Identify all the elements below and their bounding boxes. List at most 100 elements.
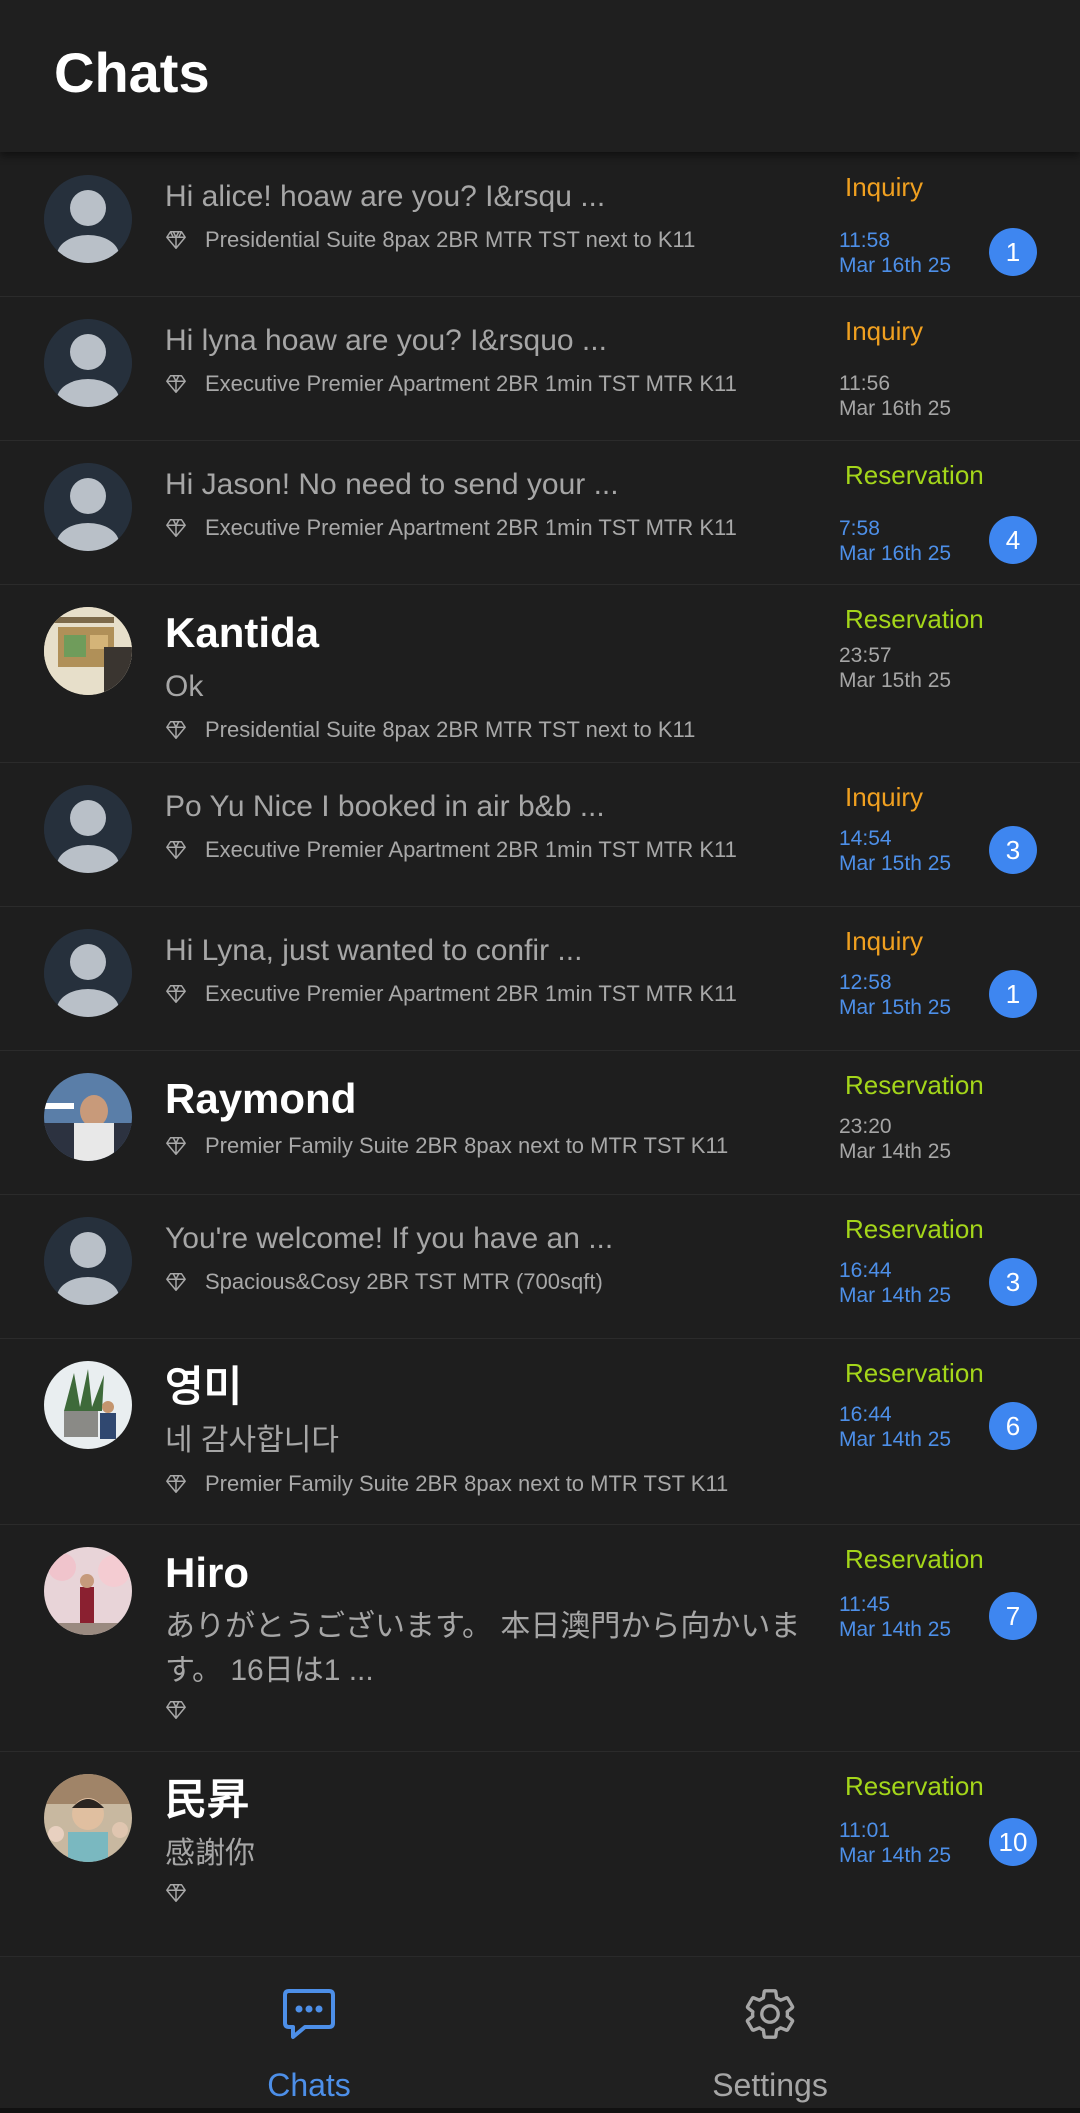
- unread-count-badge: 1: [989, 970, 1037, 1018]
- chat-content: Raymond Premier Family Suite 2BR 8pax ne…: [165, 1073, 815, 1161]
- diamond-icon: [166, 841, 186, 859]
- unread-count-badge: 7: [989, 1592, 1037, 1640]
- time: 7:58: [839, 517, 880, 540]
- date: Mar 14th 25: [839, 1428, 952, 1451]
- status-badge: Reservation: [845, 604, 984, 634]
- date: Mar 14th 25: [839, 1140, 952, 1163]
- tab-chats[interactable]: Chats: [109, 1957, 509, 2113]
- default-avatar-icon: [44, 785, 132, 873]
- chat-content: 民昇 感謝你: [165, 1774, 815, 1904]
- listing-line: Executive Premier Apartment 2BR 1min TST…: [165, 835, 815, 865]
- chat-row[interactable]: 民昇 感謝你 Reservation 11:01 Mar 14th 25 10: [0, 1752, 1080, 1930]
- listing-line: Presidential Suite 8pax 2BR MTR TST next…: [165, 225, 815, 255]
- tab-settings-label: Settings: [712, 2067, 828, 2103]
- timestamp: 11:45 Mar 14th 25: [839, 1592, 951, 1642]
- contact-avatar: [44, 607, 132, 695]
- listing-name: Executive Premier Apartment 2BR 1min TST…: [205, 371, 737, 396]
- default-avatar-icon: [44, 319, 132, 407]
- contact-avatar: [44, 1073, 132, 1161]
- unread-count-badge: 4: [989, 516, 1037, 564]
- contact-name: 民昇: [165, 1776, 250, 1823]
- status-badge: Inquiry: [845, 926, 924, 956]
- diamond-icon: [166, 1475, 186, 1493]
- diamond-icon: [166, 1137, 186, 1155]
- last-message: Ok: [165, 670, 204, 703]
- diamond-icon: [166, 1273, 186, 1291]
- default-avatar-icon: [44, 929, 132, 1017]
- listing-line: Executive Premier Apartment 2BR 1min TST…: [165, 369, 815, 399]
- chat-row[interactable]: Hi Lyna, just wanted to confir ... Execu…: [0, 907, 1080, 1051]
- listing-name: Presidential Suite 8pax 2BR MTR TST next…: [205, 227, 696, 252]
- chat-row[interactable]: Po Yu Nice I booked in air b&b ... Execu…: [0, 763, 1080, 907]
- chat-row[interactable]: Hi lyna hoaw are you? I&rsquo ... Execut…: [0, 297, 1080, 441]
- chat-row[interactable]: Raymond Premier Family Suite 2BR 8pax ne…: [0, 1051, 1080, 1195]
- timestamp: 23:57 Mar 15th 25: [839, 643, 951, 693]
- chat-content: 영미 네 감사합니다 Premier Family Suite 2BR 8pax…: [165, 1361, 815, 1499]
- time: 16:44: [839, 1403, 892, 1426]
- diamond-icon: [166, 519, 186, 537]
- chat-bubble-icon: [283, 1989, 335, 2039]
- last-message: 感謝你: [165, 1837, 255, 1870]
- date: Mar 15th 25: [839, 996, 952, 1019]
- chat-content: Hi Jason! No need to send your ... Execu…: [165, 463, 815, 543]
- timestamp: 11:56 Mar 16th 25: [839, 371, 951, 421]
- contact-name: Hiro: [165, 1549, 249, 1596]
- contact-avatar: [44, 1361, 132, 1449]
- listing-line: Premier Family Suite 2BR 8pax next to MT…: [165, 1131, 815, 1161]
- last-message: 네 감사합니다: [165, 1424, 339, 1457]
- chats-screen: Chats Hi alice! hoaw are you? I&rsqu ...…: [0, 0, 1080, 2113]
- date: Mar 14th 25: [839, 1284, 952, 1307]
- tab-chats-label: Chats: [267, 2067, 351, 2103]
- chat-row[interactable]: Hi Jason! No need to send your ... Execu…: [0, 441, 1080, 585]
- unread-count-badge: 1: [989, 228, 1037, 276]
- last-message: Hi alice! hoaw are you? I&rsqu ...: [165, 180, 606, 213]
- time: 23:57: [839, 644, 892, 667]
- system-gesture-bar: [0, 2108, 1080, 2113]
- tab-settings[interactable]: Settings: [570, 1957, 970, 2113]
- contact-name: Kantida: [165, 609, 320, 656]
- listing-line: Spacious&Cosy 2BR TST MTR (700sqft): [165, 1267, 815, 1297]
- time: 16:44: [839, 1259, 892, 1282]
- date: Mar 16th 25: [839, 254, 952, 277]
- listing-name: Premier Family Suite 2BR 8pax next to MT…: [205, 1471, 729, 1496]
- chat-row[interactable]: Hiro ありがとうございます。 本日澳門から向かいます。 16日は1 ... …: [0, 1525, 1080, 1752]
- default-avatar-icon: [44, 463, 132, 551]
- diamond-icon: [166, 985, 186, 1003]
- chat-row[interactable]: You're welcome! If you have an ... Spaci…: [0, 1195, 1080, 1339]
- default-avatar-icon: [44, 175, 132, 263]
- chat-row[interactable]: 영미 네 감사합니다 Premier Family Suite 2BR 8pax…: [0, 1339, 1080, 1525]
- date: Mar 14th 25: [839, 1618, 952, 1641]
- status-badge: Reservation: [845, 1070, 984, 1100]
- unread-count-badge: 3: [989, 1258, 1037, 1306]
- listing-line: Executive Premier Apartment 2BR 1min TST…: [165, 513, 815, 543]
- timestamp: 23:20 Mar 14th 25: [839, 1114, 951, 1164]
- default-avatar-icon: [44, 1217, 132, 1305]
- time: 11:58: [839, 229, 890, 252]
- date: Mar 15th 25: [839, 852, 952, 875]
- timestamp: 12:58 Mar 15th 25: [839, 970, 951, 1020]
- gear-icon: [745, 1989, 795, 2039]
- timestamp: 16:44 Mar 14th 25: [839, 1402, 951, 1452]
- listing-line: Executive Premier Apartment 2BR 1min TST…: [165, 979, 815, 1009]
- chat-row[interactable]: Kantida Ok Presidential Suite 8pax 2BR M…: [0, 585, 1080, 763]
- unread-count-badge: 6: [989, 1402, 1037, 1450]
- listing-line: [165, 1699, 815, 1721]
- status-badge: Reservation: [845, 1771, 984, 1801]
- chat-row[interactable]: Hi alice! hoaw are you? I&rsqu ... Presi…: [0, 153, 1080, 297]
- time: 12:58: [839, 971, 892, 994]
- time: 14:54: [839, 827, 892, 850]
- status-badge: Inquiry: [845, 316, 924, 346]
- status-badge: Reservation: [845, 460, 984, 490]
- chat-content: Kantida Ok Presidential Suite 8pax 2BR M…: [165, 607, 815, 745]
- listing-name: Executive Premier Apartment 2BR 1min TST…: [205, 515, 737, 540]
- status-badge: Inquiry: [845, 172, 924, 202]
- top-app-bar: Chats: [0, 0, 1080, 152]
- chat-list[interactable]: Hi alice! hoaw are you? I&rsqu ... Presi…: [0, 153, 1080, 1930]
- chat-content: Hi Lyna, just wanted to confir ... Execu…: [165, 929, 815, 1009]
- contact-name: Raymond: [165, 1075, 357, 1122]
- date: Mar 14th 25: [839, 1844, 952, 1867]
- chat-content: Po Yu Nice I booked in air b&b ... Execu…: [165, 785, 815, 865]
- contact-avatar: [44, 1774, 132, 1862]
- last-message: Hi Lyna, just wanted to confir ...: [165, 934, 583, 967]
- time: 11:01: [839, 1819, 890, 1842]
